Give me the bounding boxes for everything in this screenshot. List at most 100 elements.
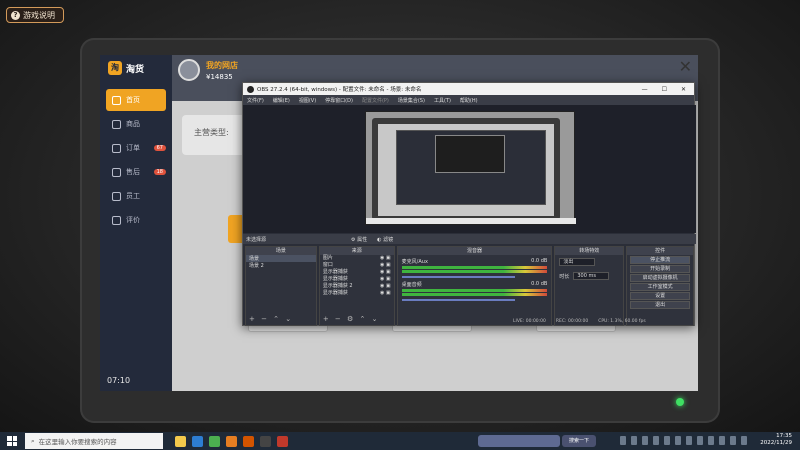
scenes-dock: 场景 场景 场景 2 + − ⌃ ⌄ — [245, 246, 317, 326]
taskbar-search-button[interactable]: 搜索一下 — [562, 435, 596, 447]
sidebar-item-home[interactable]: 首页 — [106, 89, 166, 111]
folder-icon[interactable] — [175, 435, 186, 447]
user-icon — [112, 191, 121, 201]
start-recording-button[interactable]: 开始录制 — [630, 265, 690, 273]
obs-menubar: 文件(F) 编辑(E) 视图(V) 停靠窗口(D) 配置文件(P) 场景集合(S… — [243, 95, 694, 105]
volume-meter — [401, 293, 548, 296]
source-item[interactable]: 显示器捕获 ◉ ▣ — [320, 269, 394, 276]
settings-button[interactable]: 设置 — [630, 292, 690, 300]
obs-title: OBS 27.2.4 (64-bit, windows) - 配置文件: 未命名… — [257, 87, 422, 93]
edge-icon[interactable] — [192, 435, 203, 447]
source-label: 显示器捕获 — [322, 269, 348, 275]
obs-preview[interactable] — [243, 105, 696, 233]
eye-lock-icon[interactable]: ◉ ▣ — [380, 276, 391, 283]
sidebar-item-orders[interactable]: 订单 67 — [100, 137, 172, 159]
scene-item[interactable]: 场景 — [246, 255, 316, 262]
no-source-label: 未选择源 — [246, 236, 267, 243]
sidebar-item-staff[interactable]: 员工 — [100, 185, 172, 207]
exit-button[interactable]: 退出 — [630, 301, 690, 309]
scene-item[interactable]: 场景 2 — [246, 262, 316, 269]
preview-image — [365, 111, 576, 225]
sidebar-item-label: 员工 — [126, 192, 140, 200]
source-item[interactable]: 显示器捕获 ◉ ▣ — [320, 290, 394, 297]
app-icon[interactable] — [277, 435, 288, 447]
source-label: 显示器捕获 — [322, 276, 348, 282]
track-name: 桌面音频 — [401, 282, 422, 288]
controls-title: 控件 — [627, 247, 693, 255]
firefox-icon[interactable] — [226, 435, 237, 447]
volume-slider[interactable] — [401, 299, 516, 301]
menu-scene-collection[interactable]: 场景集合(S) — [398, 97, 425, 104]
shop-avatar[interactable] — [178, 59, 200, 81]
track-name: 麦克风/Aux — [401, 259, 428, 265]
transition-select[interactable]: 淡出 — [559, 258, 596, 266]
menu-view[interactable]: 视图(V) — [299, 97, 316, 104]
sidebar-item-label: 首页 — [126, 96, 140, 104]
obs-window: OBS 27.2.4 (64-bit, windows) - 配置文件: 未命名… — [242, 82, 696, 326]
eye-lock-icon[interactable]: ◉ ▣ — [380, 290, 391, 297]
eye-lock-icon[interactable]: ◉ ▣ — [380, 262, 391, 269]
duration-input[interactable]: 300 ms — [573, 272, 610, 280]
minimize-icon[interactable]: — — [642, 86, 648, 93]
stop-streaming-button[interactable]: 停止推流 — [630, 256, 690, 264]
search-icon: ⌕ — [31, 436, 35, 445]
game-help-button[interactable]: ? 游戏说明 — [6, 7, 64, 23]
app-icon[interactable] — [209, 435, 220, 447]
menu-profile[interactable]: 配置文件(P) — [362, 97, 389, 104]
order-icon — [112, 143, 121, 153]
volume-slider[interactable] — [401, 276, 516, 278]
game-clock: 07:10 — [107, 376, 131, 385]
scene-controls[interactable]: + − ⌃ ⌄ — [249, 315, 293, 323]
menu-help[interactable]: 帮助(H) — [460, 97, 478, 104]
close-icon[interactable]: ✕ — [679, 59, 692, 75]
obs-titlebar[interactable]: OBS 27.2.4 (64-bit, windows) - 配置文件: 未命名… — [243, 83, 694, 95]
eye-lock-icon[interactable]: ◉ ▣ — [380, 255, 391, 262]
sidebar-item-label: 评价 — [126, 216, 140, 224]
duration-label: 时长 — [559, 273, 570, 280]
orders-badge: 67 — [153, 145, 166, 151]
properties-label: 属性 — [357, 236, 368, 243]
source-item[interactable]: 显示器捕获 ◉ ▣ — [320, 276, 394, 283]
volume-meter — [401, 270, 548, 273]
filters-button[interactable]: ◐ 滤镜 — [377, 236, 393, 243]
source-item[interactable]: 窗口 ◉ ▣ — [320, 262, 394, 269]
obs-logo-icon — [247, 85, 254, 93]
app-sidebar: 淘 淘货 首页 商品 订单 67 售后 18 员工 评价 07:10 — [100, 55, 172, 391]
mixer-track: 桌面音频 0.0 dB — [401, 281, 548, 301]
aftersales-badge: 18 — [153, 169, 166, 175]
system-tray[interactable] — [620, 436, 747, 445]
app-logo: 淘 淘货 — [100, 55, 172, 81]
logo-icon: 淘 — [108, 61, 122, 75]
menu-edit[interactable]: 编辑(E) — [273, 97, 290, 104]
sources-dock: 来源 图片 ◉ ▣ 窗口 ◉ ▣ 显示器捕获 ◉ ▣ 显示器捕获 ◉ ▣ 显示器捕获 2… — [318, 246, 395, 326]
menu-file[interactable]: 文件(F) — [247, 97, 264, 104]
track-db: 0.0 dB — [531, 258, 548, 264]
maximize-icon[interactable]: ☐ — [662, 86, 667, 93]
source-item[interactable]: 显示器捕获 2 ◉ ▣ — [320, 283, 394, 290]
source-item[interactable]: 图片 ◉ ▣ — [320, 255, 394, 262]
close-icon[interactable]: ✕ — [681, 86, 686, 93]
source-label: 窗口 — [322, 262, 333, 268]
menu-tools[interactable]: 工具(T) — [434, 97, 451, 104]
taskbar-widget[interactable] — [478, 435, 560, 447]
preview-taskbar — [366, 218, 576, 224]
eye-lock-icon[interactable]: ◉ ▣ — [380, 283, 391, 290]
taskbar-clock[interactable]: 17:35 2022/11/29 — [760, 433, 792, 447]
taskbar-search[interactable]: ⌕ 在这里输入你要搜索的内容 — [25, 433, 163, 449]
studio-mode-button[interactable]: 工作室模式 — [630, 283, 690, 291]
eye-lock-icon[interactable]: ◉ ▣ — [380, 269, 391, 276]
windows-start-icon[interactable] — [7, 436, 17, 446]
virtual-camera-button[interactable]: 启动虚拟摄像机 — [630, 274, 690, 282]
shop-name: 我的网店 — [206, 61, 238, 70]
source-controls[interactable]: + − ⚙ ⌃ ⌄ — [323, 315, 380, 323]
sidebar-item-aftersales[interactable]: 售后 18 — [100, 161, 172, 183]
menu-docks[interactable]: 停靠窗口(D) — [325, 97, 353, 104]
sidebar-item-reviews[interactable]: 评价 — [100, 209, 172, 231]
obs-taskbar-icon[interactable] — [260, 435, 271, 447]
rec-time: REC: 00:00:00 — [555, 319, 589, 324]
app-icon[interactable] — [243, 435, 254, 447]
source-toolbar: 未选择源 ⚙ 属性 ◐ 滤镜 — [243, 234, 696, 244]
app-logo-text: 淘货 — [126, 64, 145, 75]
sidebar-item-products[interactable]: 商品 — [100, 113, 172, 135]
properties-button[interactable]: ⚙ 属性 — [351, 236, 367, 243]
